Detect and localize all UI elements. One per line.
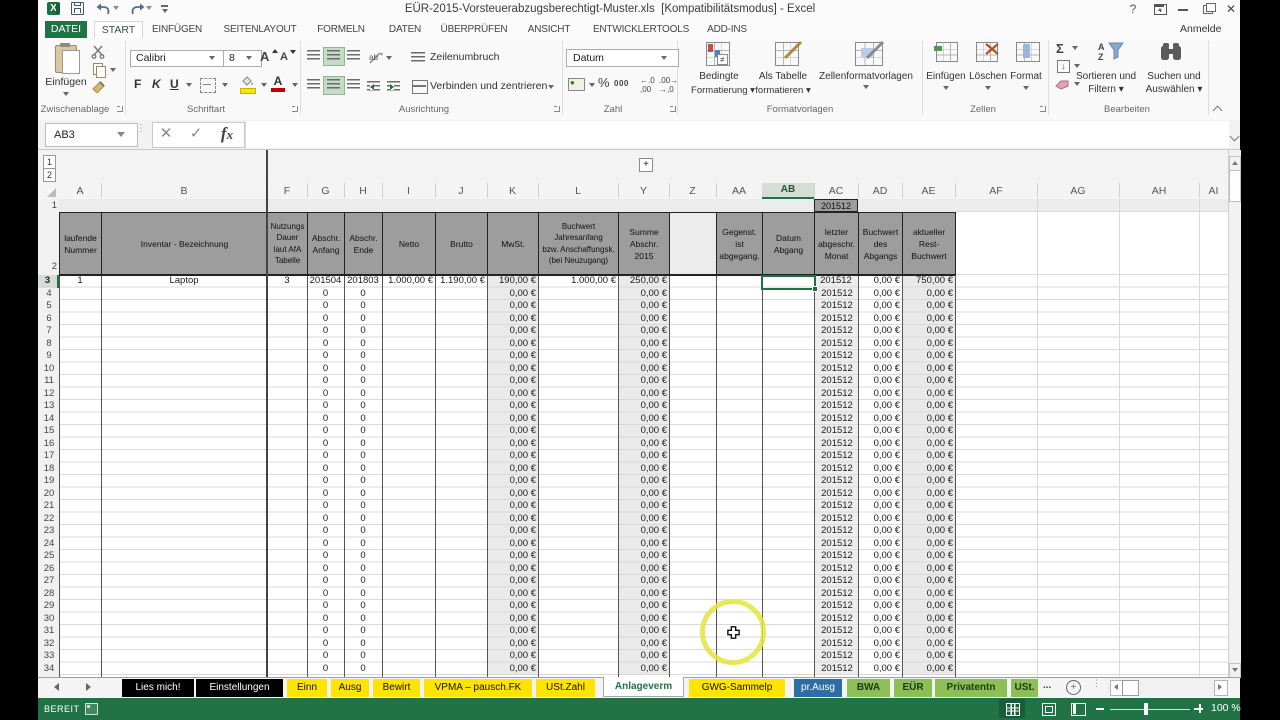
svg-text:ab: ab [369,53,378,62]
